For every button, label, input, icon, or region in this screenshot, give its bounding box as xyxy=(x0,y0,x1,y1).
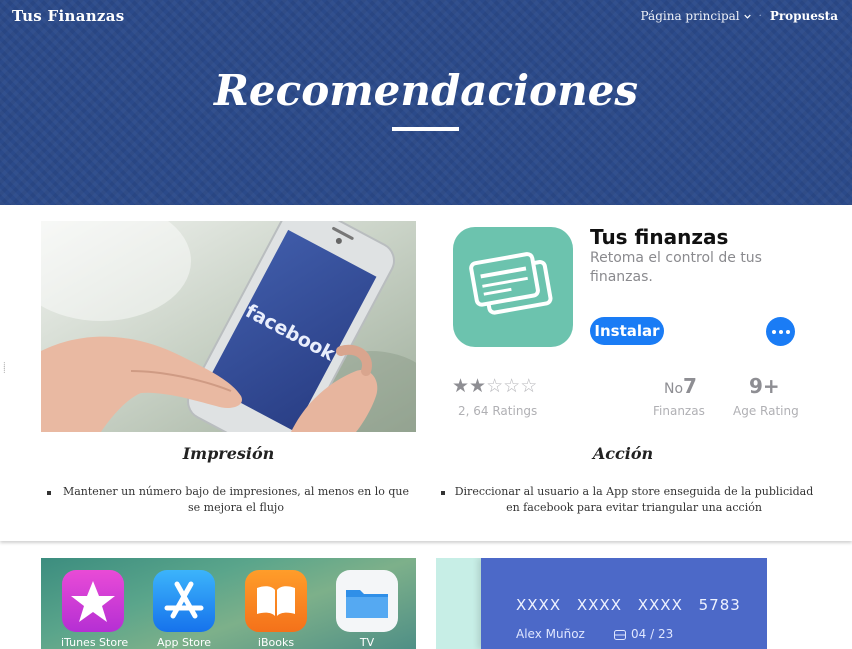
app-store-icon xyxy=(153,570,215,632)
ios-app-tv: TV xyxy=(335,570,399,649)
dot-icon xyxy=(785,329,790,334)
impression-bullet-marker xyxy=(47,491,51,495)
top-nav: Página principal · Propuesta xyxy=(641,9,839,23)
age-rating: 9+ xyxy=(749,374,780,398)
star-icon xyxy=(62,570,124,632)
title-underline xyxy=(392,127,459,131)
dot-icon xyxy=(778,329,783,334)
action-text: Direccionar al usuario a la App store en… xyxy=(454,485,814,514)
ios-app-appstore: App Store xyxy=(152,570,216,649)
app-icon[interactable] xyxy=(453,227,573,347)
rank-number: 7 xyxy=(683,374,697,398)
rank-prefix: No xyxy=(664,381,684,397)
ios-app-ibooks: iBooks xyxy=(244,570,308,649)
dot-icon xyxy=(771,329,776,334)
folder-icon xyxy=(336,570,398,632)
drag-handle-icon[interactable]: ⁞ ⁞ xyxy=(3,362,9,379)
more-options-button[interactable] xyxy=(766,317,795,346)
ratings-count: 2, 64 Ratings xyxy=(458,404,538,418)
ios-app-label: App Store xyxy=(156,636,212,649)
page-title: Recomendaciones xyxy=(214,66,638,115)
chevron-down-icon xyxy=(743,14,751,19)
card-holder: Alex Muñoz xyxy=(516,627,585,641)
ios-app-itunes: iTunes Store xyxy=(61,570,129,649)
age-rating-label: Age Rating xyxy=(733,404,799,418)
ios-app-label: iBooks xyxy=(257,636,295,649)
card-chip-icon xyxy=(614,630,626,640)
facebook-phone-photo: facebook xyxy=(41,221,416,432)
star-empty-icon: ☆ xyxy=(486,375,504,397)
action-title: Acción xyxy=(592,444,654,463)
app-name: Tus finanzas xyxy=(590,225,729,249)
rank-value: No7 xyxy=(664,374,697,398)
brand-title[interactable]: Tus Finanzas xyxy=(12,7,125,25)
card-number: XXXX XXXX XXXX 5783 xyxy=(516,596,741,614)
action-bullet-marker xyxy=(441,491,445,495)
phone-illustration: facebook xyxy=(41,221,416,432)
star-empty-icon: ☆ xyxy=(503,375,521,397)
star-empty-icon: ☆ xyxy=(520,375,538,397)
nav-proposal[interactable]: Propuesta xyxy=(770,9,838,23)
nav-separator: · xyxy=(758,10,762,22)
star-filled-icon: ★ xyxy=(469,375,487,397)
star-filled-icon: ★ xyxy=(452,375,470,397)
rating-stars: ★★☆☆☆ xyxy=(452,375,537,397)
wallet-cards-icon xyxy=(469,252,553,315)
card-expiry: 04 / 23 xyxy=(631,627,674,641)
impression-title: Impresión xyxy=(182,444,275,463)
nav-home-label: Página principal xyxy=(640,9,740,23)
ios-app-label: TV xyxy=(359,636,375,649)
nav-home[interactable]: Página principal xyxy=(641,9,751,23)
install-button[interactable]: Instalar xyxy=(590,317,664,345)
hero-header: Tus Finanzas Página principal · Propuest… xyxy=(0,0,852,205)
ios-homescreen-image: iTunes Store App Store iBooks TV xyxy=(41,558,416,649)
ios-app-label: iTunes Store xyxy=(61,636,129,649)
credit-card: XXXX XXXX XXXX 5783 Alex Muñoz 04 / 23 xyxy=(481,558,767,649)
recommendations-card: ⁞ ⁞ facebook Impresión Mantener un númer… xyxy=(0,205,852,541)
app-subtitle: Retoma el control de tus finanzas. xyxy=(590,250,762,285)
book-icon xyxy=(245,570,307,632)
credit-card-image: XXXX XXXX XXXX 5783 Alex Muñoz 04 / 23 xyxy=(436,558,767,649)
impression-text: Mantener un número bajo de impresiones, … xyxy=(62,485,410,514)
rank-category: Finanzas xyxy=(653,404,705,418)
